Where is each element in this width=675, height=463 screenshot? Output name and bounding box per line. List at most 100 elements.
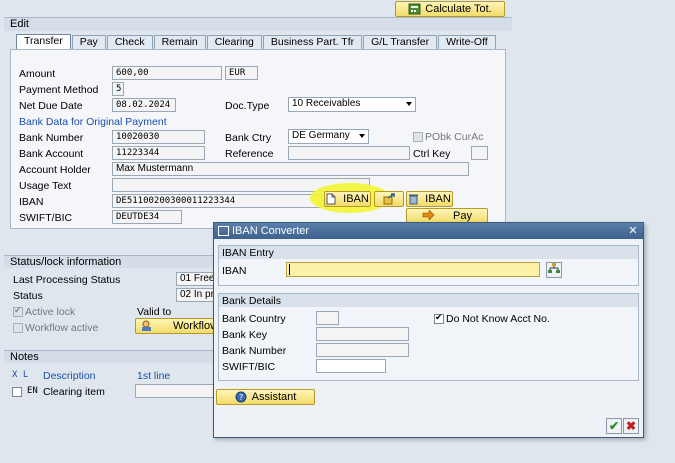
payment-method-field[interactable]: 5 (112, 82, 124, 96)
status-field[interactable]: 02 In pr (176, 288, 216, 302)
tab-clearing[interactable]: Clearing (206, 35, 262, 49)
pobk-curac-checkbox[interactable] (413, 132, 423, 142)
reference-field[interactable] (288, 146, 410, 160)
calculate-total-button[interactable]: Calculate Tot. (395, 1, 505, 17)
iban-delete-label: IBAN (425, 193, 451, 205)
bank-details-title: Bank Details (222, 295, 281, 307)
status-title: Status/lock information (10, 256, 122, 268)
iban-button[interactable]: IBAN (324, 191, 371, 207)
iban-entry-header (219, 246, 638, 259)
iban-export-button[interactable] (374, 191, 404, 207)
iban-label: IBAN (19, 196, 44, 208)
edit-title: Edit (10, 18, 29, 30)
notes-col-description: Description (43, 370, 96, 382)
edit-tabs: Transfer Pay Check Remain Clearing Busin… (16, 34, 497, 50)
notes-col-icon: X L (12, 370, 29, 380)
notes-col-first-line: 1st line (137, 370, 171, 382)
bank-country-select[interactable]: DE Germany (288, 129, 369, 144)
account-holder-value: Max Mustermann (116, 163, 194, 174)
dialog-bank-number-label: Bank Number (222, 345, 287, 357)
assistant-button-label: Assistant (251, 391, 297, 403)
notes-row-language: EN (27, 386, 38, 396)
iban-search-button[interactable] (546, 262, 562, 278)
usage-text-label: Usage Text (19, 180, 72, 192)
cancel-button[interactable]: ✖ (623, 418, 639, 434)
dialog-close-icon[interactable]: ✕ (627, 225, 639, 237)
export-icon (383, 193, 396, 205)
notes-row-description: Clearing item (43, 386, 105, 398)
assistant-button[interactable]: ? Assistant (216, 389, 315, 405)
tab-write-off[interactable]: Write-Off (438, 35, 496, 49)
workflow-button[interactable]: Workflow (135, 318, 219, 334)
document-icon (326, 193, 339, 205)
dialog-title: IBAN Converter (232, 225, 310, 237)
notes-title: Notes (10, 351, 39, 363)
doc-type-select[interactable]: 10 Receivables (288, 97, 416, 112)
active-lock-checkbox[interactable] (13, 305, 23, 317)
bank-details-header (219, 294, 638, 307)
chevron-down-icon (359, 134, 365, 138)
tab-remain[interactable]: Remain (153, 35, 206, 49)
dialog-swift-label: SWIFT/BIC (222, 361, 276, 373)
pay-button-label: Pay (453, 209, 472, 222)
bank-data-section-label: Bank Data for Original Payment (19, 116, 167, 128)
confirm-button[interactable]: ✔ (606, 418, 622, 434)
workflow-icon (140, 320, 153, 332)
workflow-active-checkbox[interactable] (13, 323, 23, 333)
calculate-total-label: Calculate Tot. (425, 3, 492, 15)
ctrl-key-field[interactable] (471, 146, 488, 160)
dialog-iban-label: IBAN (222, 265, 247, 277)
reference-label: Reference (225, 148, 274, 160)
trash-icon (408, 193, 421, 205)
payment-method-label: Payment Method (19, 84, 99, 96)
tab-pay[interactable]: Pay (71, 35, 106, 49)
net-due-date-label: Net Due Date (19, 100, 83, 112)
edit-section-header (4, 17, 512, 31)
swift-bic-field[interactable]: DEUTDE34 (112, 210, 182, 224)
currency-field[interactable]: EUR (225, 66, 258, 80)
account-holder-field[interactable]: Max Mustermann (112, 162, 469, 176)
dont-know-acct-checkbox[interactable] (434, 312, 444, 324)
amount-field[interactable]: 600,00 (112, 66, 222, 80)
iban-field[interactable]: DE51100200300011223344 (112, 194, 322, 208)
dialog-bank-country-field[interactable] (316, 311, 339, 325)
pobk-curac-label: PObk CurAc (425, 131, 484, 143)
text-cursor (289, 264, 290, 275)
svg-text:?: ? (239, 393, 243, 402)
dont-know-acct-label: Do Not Know Acct No. (446, 313, 550, 325)
iban-button-label: IBAN (343, 193, 369, 205)
valid-to-label: Valid to (137, 306, 172, 318)
calculator-icon (408, 3, 421, 15)
account-holder-label: Account Holder (19, 164, 91, 176)
iban-entry-title: IBAN Entry (222, 247, 274, 259)
last-processing-status-field[interactable]: 01 Free (176, 272, 216, 286)
arrow-right-icon (422, 208, 435, 222)
checkmark-icon: ✔ (608, 419, 620, 433)
dialog-window-icon (218, 226, 229, 236)
dialog-bank-key-label: Bank Key (222, 329, 267, 341)
last-processing-status-label: Last Processing Status (13, 274, 121, 286)
dialog-bank-number-field[interactable] (316, 343, 409, 357)
tab-gl-transfer[interactable]: G/L Transfer (363, 35, 438, 49)
net-due-date-field[interactable]: 08.02.2024 (112, 98, 176, 112)
dialog-swift-field[interactable] (316, 359, 386, 373)
tab-check[interactable]: Check (106, 35, 153, 49)
amount-label: Amount (19, 68, 56, 80)
bank-number-field[interactable]: 10020030 (112, 130, 205, 144)
iban-delete-button[interactable]: IBAN (406, 191, 453, 207)
bank-country-value: DE Germany (292, 130, 350, 141)
tab-business-partner-transfer[interactable]: Business Part. Tfr (262, 35, 363, 49)
bank-account-field[interactable]: 11223344 (112, 146, 205, 160)
dialog-bank-key-field[interactable] (316, 327, 409, 341)
tab-transfer[interactable]: Transfer (16, 34, 71, 49)
chevron-down-icon (406, 102, 412, 106)
notes-row-checkbox[interactable] (12, 387, 22, 397)
pay-button[interactable]: Pay (406, 208, 488, 223)
workflow-button-label: Workflow (173, 320, 219, 332)
dialog-iban-input[interactable] (286, 262, 540, 277)
swift-bic-label: SWIFT/BIC (19, 212, 73, 224)
notes-row-first-line-field[interactable] (135, 384, 215, 398)
bank-country-label: Bank Ctry (225, 132, 272, 144)
dialog-bank-country-label: Bank Country (222, 313, 286, 325)
active-lock-label: Active lock (25, 306, 76, 318)
